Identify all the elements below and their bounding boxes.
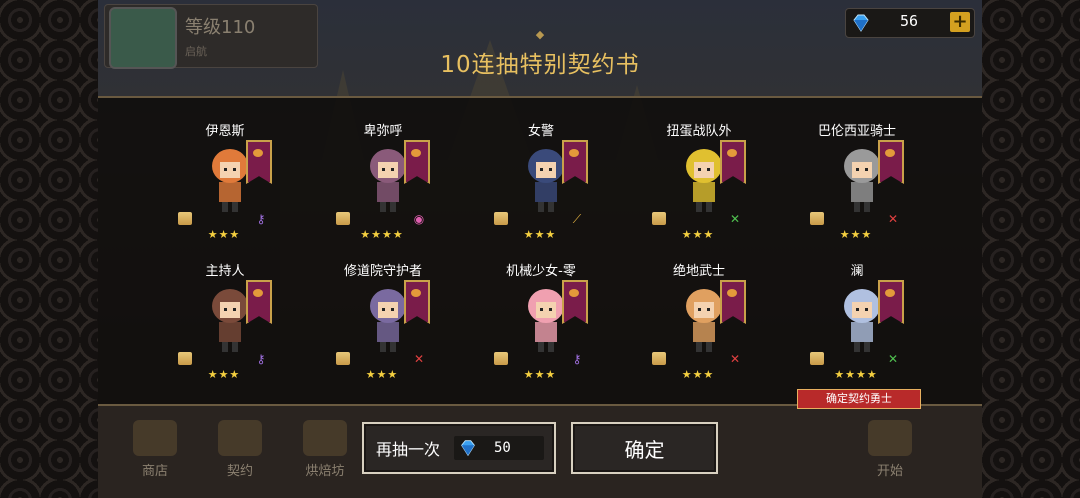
weapon-icon: ✕ <box>413 352 425 366</box>
player-level: 等级110 <box>185 17 256 38</box>
weapon-icon: ✕ <box>887 212 899 226</box>
star-rating: ★★★ <box>681 228 715 241</box>
weapon-icon: ◉ <box>413 212 425 226</box>
hero-name: 卑弥呼 <box>363 124 403 139</box>
hero-card[interactable]: 主持人 ⚷ ★★★ <box>160 260 290 400</box>
weapon-icon: ✕ <box>729 212 741 226</box>
scroll-icon <box>652 352 666 365</box>
scroll-icon <box>494 212 508 225</box>
class-banner-icon <box>878 140 904 184</box>
class-banner-icon <box>404 280 430 324</box>
star-rating: ★★★ <box>523 228 557 241</box>
hero-name: 伊恩斯 <box>205 124 245 139</box>
hero-card[interactable]: 绝地武士 ✕ ★★★ <box>634 260 764 400</box>
hero-card[interactable]: 伊恩斯 ⚷ ★★★ <box>160 120 290 260</box>
hero-card[interactable]: 修道院守护者 ✕ ★★★ <box>318 260 448 400</box>
weapon-icon: ✕ <box>729 352 741 366</box>
star-rating: ★★★ <box>207 368 241 381</box>
hero-card[interactable]: 女警 ⟋ ★★★ <box>476 120 606 260</box>
weapon-icon: ⚷ <box>256 212 266 226</box>
hero-name: 修道院守护者 <box>343 264 422 279</box>
weapon-icon: ✕ <box>887 352 899 366</box>
class-banner-icon <box>404 140 430 184</box>
scroll-icon <box>336 212 350 225</box>
nav-start: 开始 <box>860 420 920 479</box>
hero-card[interactable]: 机械少女-零 ⚷ ★★★ <box>476 260 606 400</box>
star-rating: ★★★★ <box>834 368 878 381</box>
scroll-icon <box>810 212 824 225</box>
scroll-icon <box>336 352 350 365</box>
hero-name: 机械少女-零 <box>506 264 576 279</box>
star-rating: ★★★ <box>523 368 557 381</box>
redraw-button[interactable]: 再抽一次 50 <box>362 422 556 474</box>
redraw-label: 再抽一次 <box>376 440 441 459</box>
scroll-icon <box>652 212 666 225</box>
scroll-icon <box>810 352 824 365</box>
page-title: 10连抽特别契约书 <box>440 52 640 78</box>
hero-card[interactable]: 扭蛋战队外 ✕ ★★★ <box>634 120 764 260</box>
class-banner-icon <box>246 140 272 184</box>
nav-bakery: 烘焙坊 <box>295 420 355 479</box>
confirm-button[interactable]: 确定 <box>571 422 718 474</box>
confirm-hero-tag: 确定契约勇士 <box>797 389 921 409</box>
class-banner-icon <box>720 140 746 184</box>
star-rating: ★★★ <box>681 368 715 381</box>
gem-count: 56 <box>900 12 919 30</box>
class-banner-icon <box>720 280 746 324</box>
weapon-icon: ⚷ <box>256 352 266 366</box>
hero-card[interactable]: 卑弥呼 ◉ ★★★★ <box>318 120 448 260</box>
star-rating: ★★★ <box>207 228 241 241</box>
hero-card[interactable]: 巴伦西亚骑士 ✕ ★★★ <box>792 120 922 260</box>
class-banner-icon <box>878 280 904 324</box>
diamond-icon <box>461 440 475 457</box>
weapon-icon: ⚷ <box>572 352 582 366</box>
hero-name: 扭蛋战队外 <box>666 124 732 139</box>
star-rating: ★★★ <box>365 368 399 381</box>
star-rating: ★★★ <box>839 228 873 241</box>
scroll-icon <box>178 212 192 225</box>
scroll-icon <box>178 352 192 365</box>
title-ornament: ◆ <box>535 28 545 41</box>
hero-name: 绝地武士 <box>672 264 725 279</box>
weapon-icon: ⟋ <box>572 212 582 226</box>
class-banner-icon <box>562 280 588 324</box>
nav-shop: 商店 <box>125 420 185 479</box>
diamond-icon <box>853 14 869 32</box>
confirm-label: 确定 <box>624 438 665 462</box>
hero-name: 主持人 <box>205 264 245 279</box>
class-banner-icon <box>562 140 588 184</box>
hero-name: 巴伦西亚骑士 <box>817 124 896 139</box>
redraw-cost-box: 50 <box>454 436 544 460</box>
scroll-icon <box>494 352 508 365</box>
class-banner-icon <box>246 280 272 324</box>
add-gems-button[interactable]: + <box>950 12 970 32</box>
hero-name: 女警 <box>527 124 554 139</box>
hero-name: 澜 <box>850 264 864 279</box>
hero-card[interactable]: 澜 ✕ ★★★★ <box>792 260 922 400</box>
redraw-cost: 50 <box>494 440 511 456</box>
nav-contract: 契约 <box>210 420 270 479</box>
star-rating: ★★★★ <box>360 228 404 241</box>
